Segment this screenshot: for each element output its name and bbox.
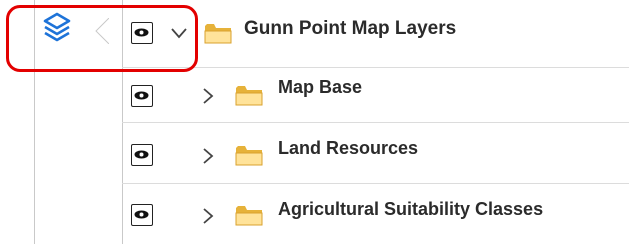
- tree-row: Land Resources: [122, 123, 629, 183]
- tree-row-root: Gunn Point Map Layers: [122, 0, 629, 60]
- folder-icon: [235, 146, 263, 166]
- layers-icon[interactable]: [42, 11, 72, 45]
- chevron-right-icon[interactable]: [200, 88, 216, 104]
- layer-tree: Gunn Point Map Layers Map Base Land Reso…: [122, 0, 629, 244]
- folder-icon: [235, 86, 263, 106]
- eye-icon: [134, 28, 149, 37]
- chevron-right-icon[interactable]: [200, 208, 216, 224]
- visibility-toggle[interactable]: [131, 85, 153, 107]
- folder-icon: [235, 206, 263, 226]
- eye-icon: [134, 210, 149, 219]
- eye-icon: [134, 91, 149, 100]
- tab-pointer: [95, 18, 109, 44]
- chevron-right-icon[interactable]: [200, 148, 216, 164]
- visibility-toggle[interactable]: [131, 204, 153, 226]
- visibility-toggle[interactable]: [131, 144, 153, 166]
- layer-group-label[interactable]: Gunn Point Map Layers: [244, 18, 456, 40]
- chevron-down-icon[interactable]: [171, 25, 187, 41]
- tree-row: Map Base: [122, 68, 629, 128]
- layer-group-label[interactable]: Map Base: [278, 77, 362, 98]
- folder-icon: [204, 24, 232, 44]
- layer-group-label[interactable]: Land Resources: [278, 138, 418, 159]
- tree-row: Agricultural Suitability Classes: [122, 184, 629, 244]
- visibility-toggle-root[interactable]: [131, 22, 153, 44]
- eye-icon: [134, 150, 149, 159]
- layer-group-label[interactable]: Agricultural Suitability Classes: [278, 199, 543, 220]
